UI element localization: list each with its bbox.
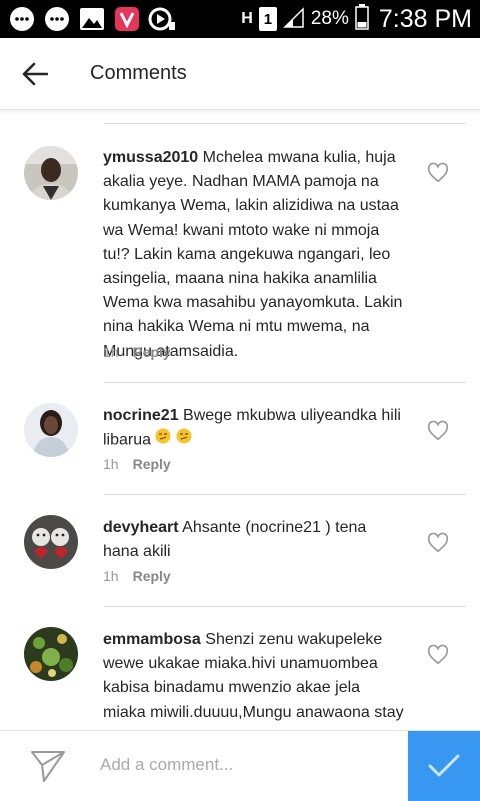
comment-meta: 1h Reply — [103, 568, 171, 584]
comment-text: emmambosa Shenzi zenu wakupeleke wewe uk… — [103, 628, 405, 730]
signal-icon — [283, 6, 305, 33]
heart-outline-icon[interactable] — [427, 162, 449, 184]
comment-body: Mchelea mwana kulia, huja akalia yeye. N… — [103, 149, 403, 360]
battery-icon — [355, 3, 369, 35]
smirk-emoji-icon — [155, 428, 171, 452]
heart-outline-icon[interactable] — [427, 420, 449, 442]
comment-input[interactable] — [100, 749, 390, 781]
divider — [104, 382, 466, 383]
reply-button[interactable]: Reply — [133, 568, 171, 584]
avatar[interactable] — [24, 146, 78, 200]
chat-bubble-icon — [43, 5, 71, 33]
comment-text: nocrine21 Bwege mkubwa uliyeandka hili l… — [103, 404, 405, 453]
vivavideo-icon — [113, 5, 141, 33]
paper-plane-icon[interactable] — [30, 749, 66, 783]
smirk-emoji-icon — [176, 428, 192, 452]
app-bar: Comments — [0, 38, 480, 110]
comment-meta: 1h Reply — [103, 456, 171, 472]
arrow-left-icon — [22, 62, 48, 85]
checkmark-icon — [428, 754, 460, 777]
sim-icon: 1 — [258, 7, 277, 31]
post-button[interactable] — [408, 731, 480, 801]
heart-outline-icon[interactable] — [427, 532, 449, 554]
comment-username[interactable]: emmambosa — [103, 631, 201, 648]
reply-button[interactable]: Reply — [133, 344, 171, 360]
reply-button[interactable]: Reply — [133, 456, 171, 472]
comments-list[interactable]: ymussa2010 Mchelea mwana kulia, huja aka… — [0, 110, 480, 730]
clock: 7:38 PM — [378, 4, 472, 33]
comment-time: 1h — [103, 456, 119, 472]
avatar[interactable] — [24, 515, 78, 569]
back-button[interactable] — [0, 38, 70, 110]
page-title: Comments — [90, 62, 187, 84]
comment-text: devyheart Ahsante (nocrine21 ) tena hana… — [103, 516, 405, 564]
divider — [104, 494, 466, 495]
avatar[interactable] — [24, 627, 78, 681]
battery-percent: 28% — [310, 8, 349, 29]
divider — [104, 123, 466, 124]
divider — [104, 606, 466, 607]
chat-bubble-icon — [8, 5, 36, 33]
sim-label: 1 — [263, 10, 273, 28]
avatar[interactable] — [24, 403, 78, 457]
comment-username[interactable]: nocrine21 — [103, 407, 179, 424]
comment-time: 1h — [103, 568, 119, 584]
comment-username[interactable]: devyheart — [103, 519, 179, 536]
compose-bar — [0, 730, 480, 801]
comment-time: 1h — [103, 344, 119, 360]
comment-username[interactable]: ymussa2010 — [103, 149, 198, 166]
heart-outline-icon[interactable] — [427, 644, 449, 666]
video-player-icon — [148, 5, 176, 33]
gallery-icon — [78, 5, 106, 33]
status-bar: H 1 28% 7:38 PM — [0, 0, 480, 38]
comment-text: ymussa2010 Mchelea mwana kulia, huja aka… — [103, 146, 405, 364]
comment-meta: 1h Reply — [103, 344, 171, 360]
signal-type-label: H — [241, 10, 253, 27]
